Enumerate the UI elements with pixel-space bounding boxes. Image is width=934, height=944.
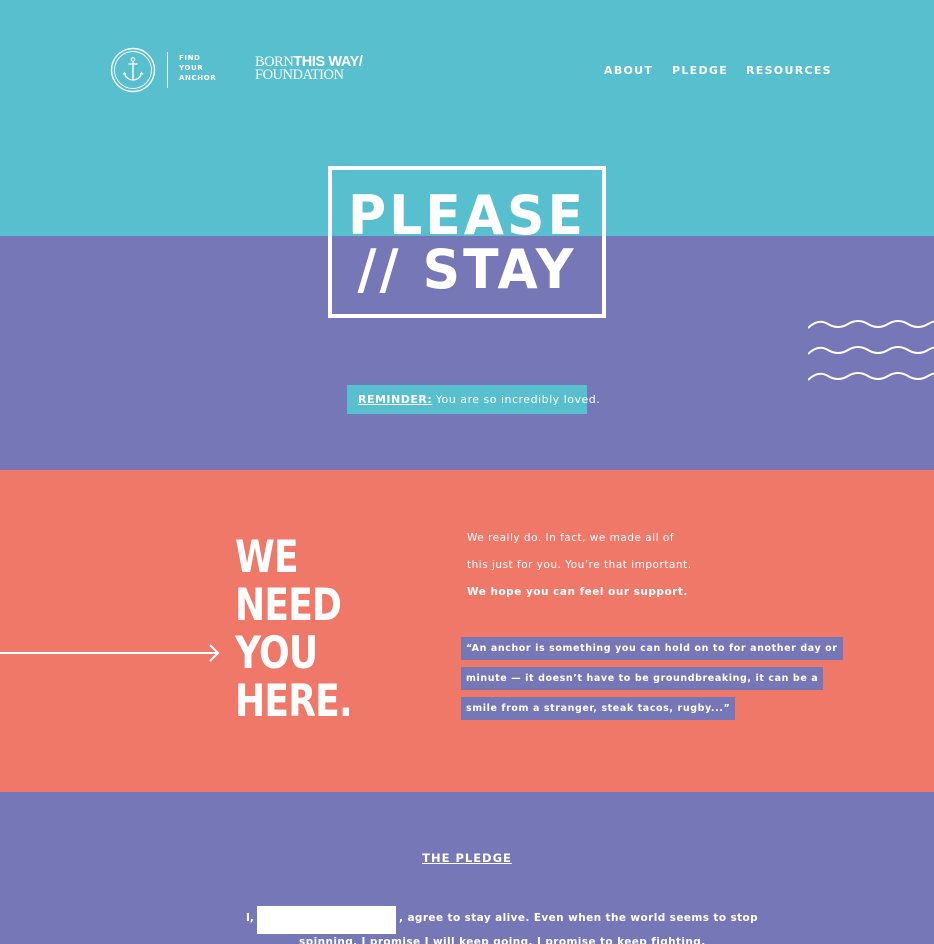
quote-line-3: smile from a stranger, steak tacos, rugb… bbox=[461, 697, 736, 720]
reminder-banner: REMINDER: You are so incredibly loved. bbox=[347, 385, 600, 414]
arrow-right-icon bbox=[0, 644, 220, 662]
hero-title-line-2: // STAY bbox=[357, 238, 577, 302]
reminder-text: You are so incredibly loved. bbox=[435, 393, 601, 406]
wordmark-line: YOUR bbox=[179, 64, 204, 72]
nav-resources[interactable]: RESOURCES bbox=[746, 64, 832, 77]
intro-line-2: this just for you. You’re that important… bbox=[467, 559, 692, 571]
need-headline-line-1: WE bbox=[235, 530, 299, 583]
reminder-label: REMINDER: bbox=[358, 393, 433, 406]
pledge-prefix: I, bbox=[246, 912, 254, 924]
logo-divider bbox=[167, 52, 168, 88]
intro-line-3: We hope you can feel our support. bbox=[467, 586, 688, 598]
anchor-logo-icon[interactable] bbox=[110, 47, 156, 93]
need-you-band bbox=[0, 470, 934, 792]
need-headline-line-2: NEED bbox=[235, 578, 342, 631]
wordmark-line: ANCHOR bbox=[179, 74, 217, 82]
nav-about[interactable]: ABOUT bbox=[604, 64, 653, 77]
quote-line-1: “An anchor is something you can hold on … bbox=[461, 637, 843, 660]
need-headline-line-4: HERE. bbox=[235, 674, 353, 727]
find-your-anchor-wordmark[interactable]: FIND YOUR ANCHOR bbox=[179, 53, 219, 83]
pledge-title[interactable]: THE PLEDGE bbox=[0, 851, 934, 865]
nav-pledge[interactable]: PLEDGE bbox=[672, 64, 728, 77]
born-this-way-foundation-logo[interactable]: BORNTHIS WAY/ FOUNDATION bbox=[255, 55, 363, 83]
hero-title-line-1: PLEASE bbox=[348, 184, 586, 248]
quote-line-2: minute — it doesn’t have to be groundbre… bbox=[461, 667, 824, 690]
pledge-line-1-text: , agree to stay alive. Even when the wor… bbox=[399, 912, 759, 924]
wordmark-line: FIND bbox=[179, 54, 201, 62]
btw-foundation-text: FOUNDATION bbox=[255, 67, 344, 83]
pledge-name-input[interactable] bbox=[257, 906, 396, 934]
need-headline-line-3: YOU bbox=[235, 626, 318, 679]
intro-line-1: We really do. In fact, we made all of bbox=[467, 532, 675, 544]
waves-icon bbox=[808, 320, 934, 381]
pledge-line-2-text: spinning, I promise I will keep going. I… bbox=[299, 936, 706, 944]
